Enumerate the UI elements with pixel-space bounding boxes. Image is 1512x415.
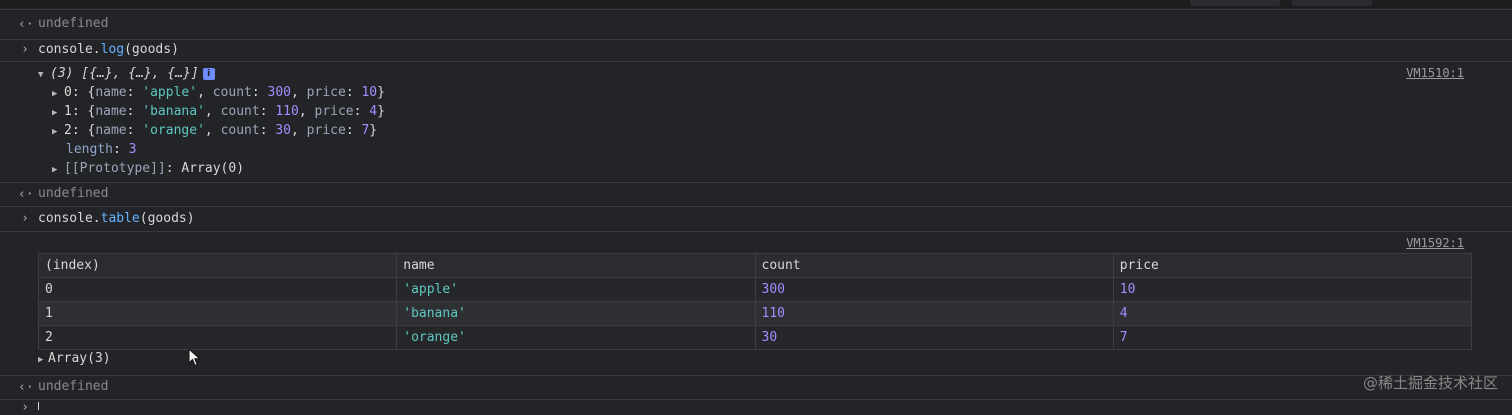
column-header[interactable]: name [396,253,756,278]
command-text[interactable]: console.table(goods) [38,211,195,226]
return-arrow-icon: ‹· [18,380,34,395]
item-count: 30 [275,123,292,138]
item-index: 2 [64,123,72,138]
array-collapsed-label: Array(3) [48,351,111,366]
source-link[interactable]: VM1510:1 [1406,66,1464,80]
expand-triangle-icon[interactable]: ▶ [38,355,48,365]
table-cell-count: 30 [754,325,1114,350]
mouse-pointer-icon [188,348,201,367]
array-length: length: 3 [66,142,137,157]
expand-triangle-icon[interactable]: ▶ [52,108,64,118]
cmd-arg: (goods) [139,211,195,226]
return-arrow-icon: ‹· [18,187,34,202]
length-value: 3 [128,142,137,157]
console-log-output: VM1510:1 ▼ (3) [{…}, {…}, {…}] i ▶ 0: {name… [0,61,1512,182]
array-summary[interactable]: ▼ (3) [{…}, {…}, {…}] i [38,66,215,81]
toolbar-segment [1190,0,1280,6]
table-header-row: (index) name count price [37,253,1473,278]
column-header[interactable]: (index) [37,253,398,278]
expand-triangle-icon[interactable]: ▶ [52,89,64,99]
item-name: 'banana' [142,104,205,119]
array-summary-text: (3) [{…}, {…}, {…}] [50,66,199,81]
console-input-row[interactable]: › console.log(goods) [0,39,1512,61]
table-cell-name: 'orange' [396,325,756,350]
table-cell-index: 2 [37,325,398,350]
return-arrow-icon: ‹· [18,17,34,32]
result-text: undefined [38,379,109,394]
table-cell-price: 7 [1112,325,1473,350]
item-count: 110 [275,104,299,119]
column-header[interactable]: price [1112,253,1473,278]
console-result-row: ‹· undefined [0,9,1512,39]
cmd-function: log [100,42,125,57]
toolbar-segment [1292,0,1372,6]
watermark: @稀土掘金技术社区 [1362,374,1498,392]
cmd-prefix: console. [38,42,101,57]
console-table: (index) name count price 0 'apple' 300 1… [37,253,1473,350]
table-cell-price: 4 [1112,301,1473,326]
console-prompt-row[interactable]: › [0,399,1512,415]
cmd-arg: (goods) [124,42,179,57]
devtools-top-strip [0,0,1512,8]
table-cell-name: 'apple' [396,277,756,302]
cmd-function: table [100,211,140,226]
table-cell-name: 'banana' [396,301,756,326]
expand-triangle-icon[interactable]: ▶ [52,127,64,137]
array-item[interactable]: ▶ 1: {name: 'banana', count: 110, price: … [52,104,385,119]
array-item[interactable]: ▶ 0: {name: 'apple', count: 300, price: 1… [52,85,385,100]
item-index: 0 [64,85,72,100]
item-count: 300 [267,85,292,100]
table-cell-price: 10 [1112,277,1473,302]
table-cell-index: 1 [37,301,398,326]
table-cell-index: 0 [37,277,398,302]
command-text[interactable]: console.log(goods) [38,42,179,57]
array-item[interactable]: ▶ 2: {name: 'orange', count: 30, price: 7… [52,123,377,138]
array-collapsed[interactable]: ▶ Array(3) [38,351,111,366]
length-key: length [66,142,113,157]
result-text: undefined [38,16,109,31]
prototype-key: [[Prototype]] [64,161,166,176]
item-name: 'apple' [142,85,198,100]
item-name: 'orange' [142,123,205,138]
prompt-chevron-icon: › [21,400,29,415]
prototype-entry[interactable]: ▶ [[Prototype]]: Array(0) [52,161,244,176]
item-price: 7 [361,123,370,138]
source-link[interactable]: VM1592:1 [1406,236,1464,250]
result-text: undefined [38,186,109,201]
console-result-row: ‹· undefined [0,375,1512,399]
expand-triangle-icon[interactable]: ▶ [52,165,64,175]
console-input-row[interactable]: › console.table(goods) [0,206,1512,231]
prompt-chevron-icon: › [21,211,29,226]
prompt-chevron-icon: › [21,42,29,57]
item-price: 4 [369,104,378,119]
cmd-prefix: console. [38,211,101,226]
column-header[interactable]: count [754,253,1114,278]
table-row: 1 'banana' 110 4 [37,301,1473,326]
expand-triangle-icon[interactable]: ▼ [38,70,50,80]
table-row: 2 'orange' 30 7 [37,325,1473,350]
console-result-row: ‹· undefined [0,182,1512,206]
prototype-value: Array(0) [181,161,245,176]
item-index: 1 [64,104,72,119]
table-cell-count: 110 [754,301,1114,326]
table-cell-count: 300 [754,277,1114,302]
info-badge-icon[interactable]: i [202,68,215,80]
table-row: 0 'apple' 300 10 [37,277,1473,302]
item-price: 10 [361,85,378,100]
